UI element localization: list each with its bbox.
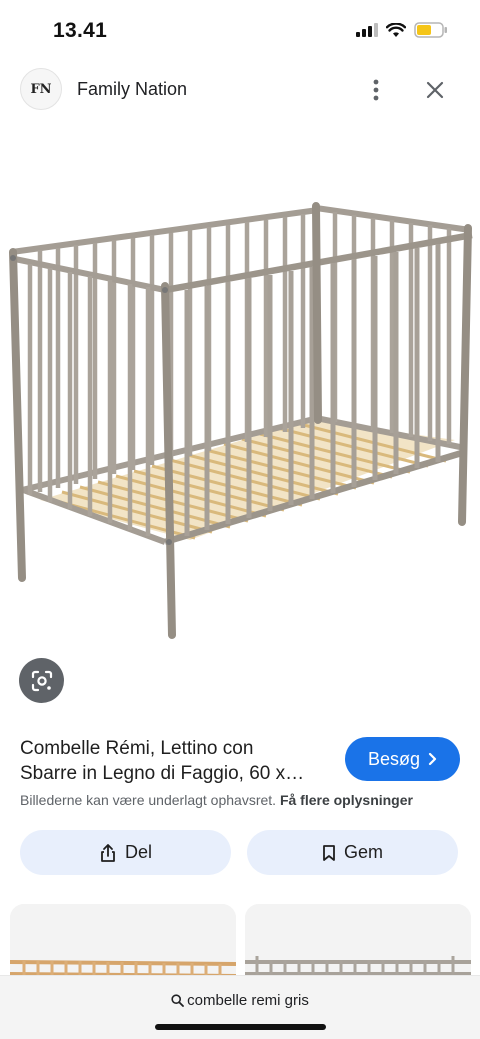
search-query-pill[interactable]: combelle remi gris [0,992,480,1009]
save-button[interactable]: Gem [247,830,458,875]
close-icon [426,81,444,99]
search-query-text: combelle remi gris [187,992,309,1009]
share-icon [101,843,115,862]
save-button-label: Gem [343,842,383,862]
source-header: FN Family Nation [0,66,480,114]
signal-icon [356,23,378,37]
more-info-link[interactable]: Få flere oplysninger [280,792,413,808]
more-options-button[interactable] [362,76,390,104]
result-title[interactable]: Combelle Rémi, Lettino con Sbarre in Leg… [20,736,330,786]
crib-image [9,202,473,639]
share-button[interactable]: Del [20,830,231,875]
status-icons [356,22,448,38]
share-button-label: Del [124,842,152,862]
wifi-icon [386,22,406,37]
lens-button[interactable] [19,658,64,703]
lens-icon [31,670,52,691]
battery-icon [414,22,447,38]
result-image[interactable] [0,130,480,650]
result-title-line2: Sbarre in Legno di Faggio, 60 x… [20,763,305,784]
copyright-notice: Billederne kan være underlagt ophavsret.… [20,792,413,808]
home-indicator [155,1024,326,1030]
source-name[interactable]: Family Nation [77,79,187,100]
chevron-right-icon [428,752,437,766]
visit-button-label: Besøg [367,748,421,769]
more-vert-icon [373,79,379,101]
result-title-line1: Combelle Rémi, Lettino con [20,738,254,759]
source-logo[interactable]: FN [20,68,62,110]
bookmark-icon [323,844,335,861]
search-icon [171,994,185,1007]
status-bar: 13.41 [0,0,480,60]
status-time: 13.41 [53,19,108,42]
close-button[interactable] [421,76,449,104]
source-logo-text: FN [30,81,52,97]
bottom-search-bar: combelle remi gris [0,975,480,1039]
visit-button[interactable]: Besøg [345,737,460,781]
copyright-text: Billederne kan være underlagt ophavsret. [20,792,277,808]
